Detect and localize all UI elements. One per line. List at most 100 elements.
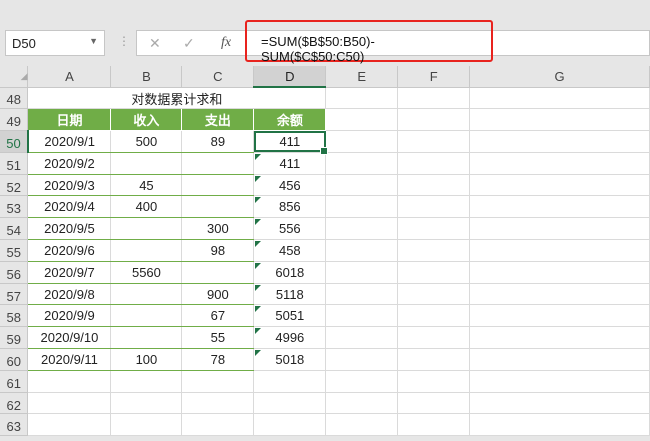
cell-F57[interactable]: [397, 283, 471, 306]
cell-E60[interactable]: [325, 348, 399, 371]
cell-G59[interactable]: [469, 326, 650, 350]
name-box[interactable]: D50 ▼: [5, 30, 105, 56]
row-header-50[interactable]: 50: [0, 130, 29, 153]
cell-B51[interactable]: [110, 152, 183, 175]
chevron-down-icon[interactable]: ▼: [89, 36, 98, 46]
cell-G61[interactable]: [469, 370, 650, 393]
cell-F51[interactable]: [397, 152, 471, 175]
cell-A58[interactable]: 2020/9/9: [27, 304, 112, 328]
column-header-E[interactable]: E: [325, 66, 399, 88]
cell-C59[interactable]: 55: [181, 326, 255, 350]
row-header-60[interactable]: 60: [0, 348, 29, 371]
cell-F54[interactable]: [397, 217, 471, 241]
cell-A61[interactable]: [27, 370, 112, 393]
header-余额[interactable]: 余额: [253, 108, 327, 132]
cell-E59[interactable]: [325, 326, 399, 350]
cell-D50[interactable]: 411: [253, 130, 328, 155]
cell-D63[interactable]: [253, 413, 327, 437]
row-header-57[interactable]: 57: [0, 283, 29, 306]
cell-F62[interactable]: [397, 392, 471, 415]
cell-B55[interactable]: [110, 239, 183, 262]
cell-C55[interactable]: 98: [181, 239, 255, 262]
cell-D55[interactable]: 458: [253, 239, 327, 262]
cell-A59[interactable]: 2020/9/10: [27, 326, 112, 350]
cell-F52[interactable]: [397, 174, 471, 197]
cell-F55[interactable]: [397, 239, 471, 262]
cell-B63[interactable]: [110, 413, 183, 437]
cell-G62[interactable]: [469, 392, 650, 415]
cell-D51[interactable]: 411: [253, 152, 327, 175]
cell-A63[interactable]: [27, 413, 112, 437]
cell-C52[interactable]: [181, 174, 255, 197]
cell-G52[interactable]: [469, 174, 650, 197]
cell-D57[interactable]: 5118: [253, 283, 327, 306]
column-header-G[interactable]: G: [469, 66, 650, 88]
insert-function-icon[interactable]: fx: [221, 35, 231, 51]
column-header-B[interactable]: B: [110, 66, 183, 88]
cell-D61[interactable]: [253, 370, 327, 393]
cell-B54[interactable]: [110, 217, 183, 241]
cell-D60[interactable]: 5018: [253, 348, 327, 371]
cell-E58[interactable]: [325, 304, 399, 328]
confirm-icon[interactable]: ✓: [183, 35, 195, 52]
cell-A56[interactable]: 2020/9/7: [27, 261, 112, 284]
row-header-53[interactable]: 53: [0, 195, 29, 219]
cell-G51[interactable]: [469, 152, 650, 175]
cell-G63[interactable]: [469, 413, 650, 437]
row-header-52[interactable]: 52: [0, 174, 29, 197]
cell-F53[interactable]: [397, 195, 471, 219]
cell-E61[interactable]: [325, 370, 399, 393]
cell-E57[interactable]: [325, 283, 399, 306]
cell-B62[interactable]: [110, 392, 183, 415]
cell-D56[interactable]: 6018: [253, 261, 327, 284]
row-header-59[interactable]: 59: [0, 326, 29, 350]
cell-D53[interactable]: 856: [253, 195, 327, 219]
cell-C62[interactable]: [181, 392, 255, 415]
cell-G48[interactable]: [469, 87, 650, 110]
cell-E55[interactable]: [325, 239, 399, 262]
cell-B60[interactable]: 100: [110, 348, 183, 371]
cell-B59[interactable]: [110, 326, 183, 350]
cell-F61[interactable]: [397, 370, 471, 393]
cell-F63[interactable]: [397, 413, 471, 437]
cell-A54[interactable]: 2020/9/5: [27, 217, 112, 241]
row-header-62[interactable]: 62: [0, 392, 29, 415]
header-支出[interactable]: 支出: [181, 108, 255, 132]
cell-A57[interactable]: 2020/9/8: [27, 283, 112, 306]
cell-B57[interactable]: [110, 283, 183, 306]
row-header-48[interactable]: 48: [0, 87, 29, 110]
cell-D54[interactable]: 556: [253, 217, 327, 241]
cell-C57[interactable]: 900: [181, 283, 255, 306]
cell-G50[interactable]: [469, 130, 650, 153]
cell-C56[interactable]: [181, 261, 255, 284]
cell-F49[interactable]: [397, 108, 471, 132]
cell-G54[interactable]: [469, 217, 650, 241]
cell-A50[interactable]: 2020/9/1: [27, 130, 112, 153]
row-header-56[interactable]: 56: [0, 261, 29, 284]
cell-G49[interactable]: [469, 108, 650, 132]
cell-E51[interactable]: [325, 152, 399, 175]
cell-C51[interactable]: [181, 152, 255, 175]
row-header-63[interactable]: 63: [0, 413, 29, 437]
cell-B56[interactable]: 5560: [110, 261, 183, 284]
cell-E56[interactable]: [325, 261, 399, 284]
cell-G58[interactable]: [469, 304, 650, 328]
row-header-54[interactable]: 54: [0, 217, 29, 241]
cell-F60[interactable]: [397, 348, 471, 371]
cell-E62[interactable]: [325, 392, 399, 415]
row-header-61[interactable]: 61: [0, 370, 29, 393]
cell-B58[interactable]: [110, 304, 183, 328]
cell-F58[interactable]: [397, 304, 471, 328]
cell-B61[interactable]: [110, 370, 183, 393]
cell-A62[interactable]: [27, 392, 112, 415]
cell-C54[interactable]: 300: [181, 217, 255, 241]
cell-G55[interactable]: [469, 239, 650, 262]
cell-A55[interactable]: 2020/9/6: [27, 239, 112, 262]
cell-F56[interactable]: [397, 261, 471, 284]
select-all-corner[interactable]: ◢: [0, 66, 29, 88]
column-header-F[interactable]: F: [397, 66, 471, 88]
cell-E63[interactable]: [325, 413, 399, 437]
cell-A53[interactable]: 2020/9/4: [27, 195, 112, 219]
cell-G56[interactable]: [469, 261, 650, 284]
cell-D58[interactable]: 5051: [253, 304, 327, 328]
